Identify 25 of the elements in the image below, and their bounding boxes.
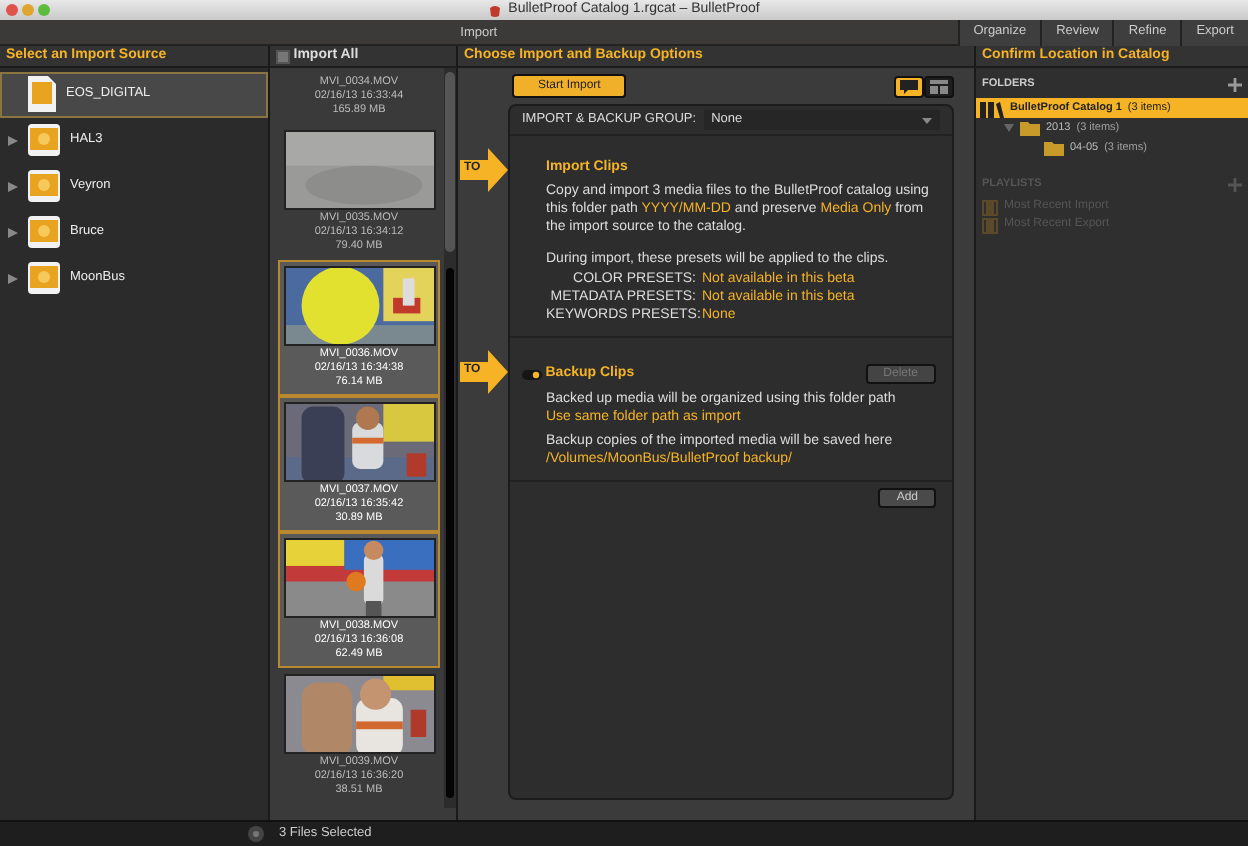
drive-icon: [26, 214, 62, 251]
expand-icon[interactable]: [8, 135, 18, 146]
app-icon: [488, 3, 503, 17]
plus-icon[interactable]: [1228, 78, 1242, 92]
close-button[interactable]: [6, 4, 18, 16]
memory-card-icon: [26, 74, 58, 115]
toggle-switch[interactable]: [522, 369, 542, 380]
import-all-checkbox[interactable]: [276, 49, 290, 63]
expand-icon[interactable]: [8, 227, 18, 238]
expand-icon[interactable]: [8, 273, 18, 284]
books-icon: [980, 99, 1004, 117]
comment-icon: [900, 79, 918, 93]
scrollbar[interactable]: [444, 68, 456, 808]
drive-icon: [26, 260, 62, 297]
layout-view-button[interactable]: [924, 75, 954, 97]
drive-icon: [26, 168, 62, 205]
drive-icon: [26, 122, 62, 159]
expand-icon[interactable]: [8, 181, 18, 192]
dropdown-caret-icon: [922, 117, 932, 124]
expand-icon[interactable]: [1004, 124, 1014, 132]
gear-icon[interactable]: [248, 826, 264, 842]
arrow-badge-drawing: [460, 148, 508, 193]
layout-icon: [930, 79, 948, 93]
arrow-badge-drawing: [460, 350, 508, 395]
comment-view-button[interactable]: [894, 75, 924, 97]
